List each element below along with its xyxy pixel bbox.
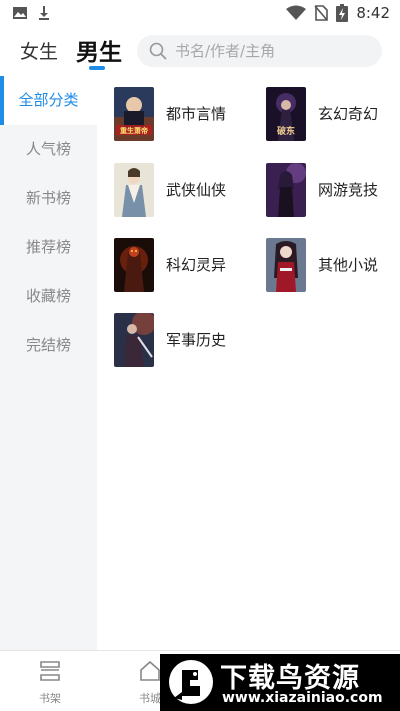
category-item-fantasy[interactable]: 破东 玄幻奇幻 [266, 87, 400, 143]
category-item-sci-fi[interactable]: 科幻灵异 [114, 238, 264, 294]
category-item-online-games[interactable]: 网游竞技 [266, 163, 400, 219]
category-sidebar: 全部分类 人气榜 新书榜 推荐榜 收藏榜 完结榜 [0, 76, 97, 650]
sidebar-item-new[interactable]: 新书榜 [0, 174, 97, 223]
sidebar-item-completed[interactable]: 完结榜 [0, 321, 97, 370]
store-icon [140, 660, 160, 681]
bird-logo-icon [169, 660, 213, 704]
status-bar: 8:42 [0, 0, 400, 28]
category-item-military-history[interactable]: 军事历史 [114, 313, 264, 369]
category-label: 军事历史 [166, 331, 227, 349]
watermark-url: www.xiazainiao.com [222, 690, 383, 706]
active-tab-indicator [89, 66, 105, 70]
category-label: 都市言情 [166, 105, 227, 123]
sidebar-item-recommended[interactable]: 推荐榜 [0, 223, 97, 272]
search-input[interactable] [175, 35, 375, 67]
search-box[interactable] [137, 35, 382, 67]
category-label: 网游竞技 [318, 181, 379, 199]
bookshelf-icon [40, 661, 60, 681]
sidebar-item-favorites[interactable]: 收藏榜 [0, 272, 97, 321]
battery-icon [336, 4, 349, 22]
sidebar-item-label: 新书榜 [25, 189, 71, 207]
image-icon [13, 7, 27, 19]
book-cover [114, 163, 154, 217]
sidebar-item-label: 推荐榜 [25, 238, 71, 256]
watermark-banner: 下载鸟资源 www.xiazainiao.com [160, 654, 400, 711]
category-label: 武侠仙侠 [166, 181, 227, 199]
category-item-martial-arts[interactable]: 武侠仙侠 [114, 163, 264, 219]
book-cover [266, 238, 306, 292]
sidebar-item-label: 全部分类 [18, 91, 79, 109]
sidebar-item-label: 人气榜 [25, 140, 71, 158]
no-sim-icon [314, 5, 329, 21]
book-cover [266, 163, 306, 217]
category-item-other[interactable]: 其他小说 [266, 238, 400, 294]
search-icon [149, 42, 167, 60]
book-cover: 重生萧帝 [114, 87, 154, 141]
category-item-urban[interactable]: 重生萧帝 都市言情 [114, 87, 264, 143]
tab-male[interactable]: 男生 [76, 33, 122, 67]
nav-label: 书架 [39, 692, 61, 705]
cover-title: 破东 [277, 125, 295, 137]
top-header: 女生 男生 [0, 28, 400, 74]
category-label: 其他小说 [318, 256, 379, 274]
wifi-icon [286, 5, 307, 20]
book-cover [114, 238, 154, 292]
tab-female[interactable]: 女生 [20, 37, 58, 64]
sidebar-item-label: 完结榜 [25, 336, 71, 354]
nav-bookshelf[interactable]: 书架 [10, 651, 90, 711]
sidebar-item-label: 收藏榜 [25, 287, 71, 305]
book-cover [114, 313, 154, 367]
sidebar-item-popular[interactable]: 人气榜 [0, 125, 97, 174]
category-label: 科幻灵异 [166, 256, 227, 274]
download-icon [39, 6, 49, 20]
cover-title: 重生萧帝 [120, 126, 148, 135]
sidebar-item-all-categories[interactable]: 全部分类 [0, 76, 97, 125]
category-grid: 重生萧帝 都市言情 破东 玄幻奇幻 武侠仙侠 网游竞技 科幻灵异 其他小说 军事… [97, 76, 400, 650]
book-cover: 破东 [266, 87, 306, 141]
status-time: 8:42 [356, 4, 390, 22]
category-label: 玄幻奇幻 [318, 105, 379, 123]
